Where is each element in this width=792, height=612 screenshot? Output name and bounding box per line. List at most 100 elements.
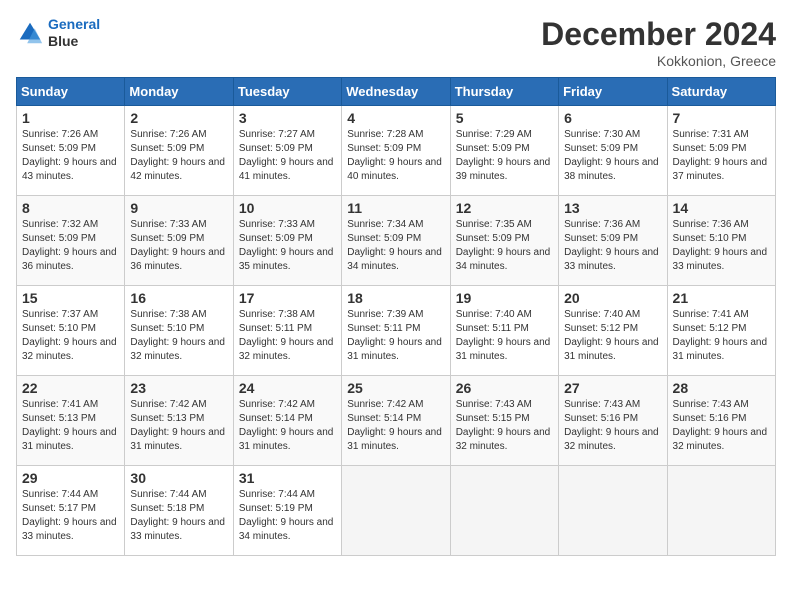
day-number: 3 bbox=[239, 110, 336, 126]
day-info: Sunrise: 7:42 AM Sunset: 5:13 PM Dayligh… bbox=[130, 398, 227, 454]
day-number: 18 bbox=[347, 290, 444, 306]
calendar-cell: 12 Sunrise: 7:35 AM Sunset: 5:09 PM Dayl… bbox=[450, 196, 558, 286]
calendar-cell: 25 Sunrise: 7:42 AM Sunset: 5:14 PM Dayl… bbox=[342, 376, 450, 466]
calendar-cell: 16 Sunrise: 7:38 AM Sunset: 5:10 PM Dayl… bbox=[125, 286, 233, 376]
calendar-cell: 23 Sunrise: 7:42 AM Sunset: 5:13 PM Dayl… bbox=[125, 376, 233, 466]
day-number: 12 bbox=[456, 200, 553, 216]
calendar-cell: 13 Sunrise: 7:36 AM Sunset: 5:09 PM Dayl… bbox=[559, 196, 667, 286]
calendar-cell: 14 Sunrise: 7:36 AM Sunset: 5:10 PM Dayl… bbox=[667, 196, 775, 286]
logo: General Blue bbox=[16, 16, 100, 50]
day-number: 1 bbox=[22, 110, 119, 126]
day-info: Sunrise: 7:30 AM Sunset: 5:09 PM Dayligh… bbox=[564, 128, 661, 184]
day-number: 29 bbox=[22, 470, 119, 486]
day-number: 27 bbox=[564, 380, 661, 396]
day-number: 11 bbox=[347, 200, 444, 216]
day-info: Sunrise: 7:40 AM Sunset: 5:12 PM Dayligh… bbox=[564, 308, 661, 364]
calendar-week-5: 29 Sunrise: 7:44 AM Sunset: 5:17 PM Dayl… bbox=[17, 466, 776, 556]
day-number: 28 bbox=[673, 380, 770, 396]
day-info: Sunrise: 7:26 AM Sunset: 5:09 PM Dayligh… bbox=[22, 128, 119, 184]
weekday-header-thursday: Thursday bbox=[450, 78, 558, 106]
calendar-body: 1 Sunrise: 7:26 AM Sunset: 5:09 PM Dayli… bbox=[17, 106, 776, 556]
calendar-week-1: 1 Sunrise: 7:26 AM Sunset: 5:09 PM Dayli… bbox=[17, 106, 776, 196]
day-number: 4 bbox=[347, 110, 444, 126]
calendar-cell: 17 Sunrise: 7:38 AM Sunset: 5:11 PM Dayl… bbox=[233, 286, 341, 376]
day-info: Sunrise: 7:44 AM Sunset: 5:18 PM Dayligh… bbox=[130, 488, 227, 544]
day-number: 20 bbox=[564, 290, 661, 306]
day-info: Sunrise: 7:41 AM Sunset: 5:12 PM Dayligh… bbox=[673, 308, 770, 364]
day-info: Sunrise: 7:33 AM Sunset: 5:09 PM Dayligh… bbox=[239, 218, 336, 274]
day-number: 21 bbox=[673, 290, 770, 306]
day-number: 9 bbox=[130, 200, 227, 216]
calendar-cell: 6 Sunrise: 7:30 AM Sunset: 5:09 PM Dayli… bbox=[559, 106, 667, 196]
day-number: 8 bbox=[22, 200, 119, 216]
logo-icon bbox=[16, 19, 44, 47]
calendar-cell: 20 Sunrise: 7:40 AM Sunset: 5:12 PM Dayl… bbox=[559, 286, 667, 376]
day-info: Sunrise: 7:43 AM Sunset: 5:16 PM Dayligh… bbox=[673, 398, 770, 454]
location-title: Kokkonion, Greece bbox=[541, 53, 776, 69]
day-info: Sunrise: 7:41 AM Sunset: 5:13 PM Dayligh… bbox=[22, 398, 119, 454]
day-info: Sunrise: 7:34 AM Sunset: 5:09 PM Dayligh… bbox=[347, 218, 444, 274]
day-number: 5 bbox=[456, 110, 553, 126]
calendar-cell: 27 Sunrise: 7:43 AM Sunset: 5:16 PM Dayl… bbox=[559, 376, 667, 466]
day-number: 26 bbox=[456, 380, 553, 396]
month-title: December 2024 bbox=[541, 16, 776, 53]
day-info: Sunrise: 7:43 AM Sunset: 5:15 PM Dayligh… bbox=[456, 398, 553, 454]
calendar-cell: 21 Sunrise: 7:41 AM Sunset: 5:12 PM Dayl… bbox=[667, 286, 775, 376]
day-info: Sunrise: 7:36 AM Sunset: 5:10 PM Dayligh… bbox=[673, 218, 770, 274]
day-info: Sunrise: 7:32 AM Sunset: 5:09 PM Dayligh… bbox=[22, 218, 119, 274]
calendar-cell: 30 Sunrise: 7:44 AM Sunset: 5:18 PM Dayl… bbox=[125, 466, 233, 556]
day-info: Sunrise: 7:38 AM Sunset: 5:10 PM Dayligh… bbox=[130, 308, 227, 364]
day-number: 7 bbox=[673, 110, 770, 126]
calendar-cell: 31 Sunrise: 7:44 AM Sunset: 5:19 PM Dayl… bbox=[233, 466, 341, 556]
calendar-cell: 11 Sunrise: 7:34 AM Sunset: 5:09 PM Dayl… bbox=[342, 196, 450, 286]
day-info: Sunrise: 7:44 AM Sunset: 5:19 PM Dayligh… bbox=[239, 488, 336, 544]
calendar-table: SundayMondayTuesdayWednesdayThursdayFrid… bbox=[16, 77, 776, 556]
calendar-cell: 7 Sunrise: 7:31 AM Sunset: 5:09 PM Dayli… bbox=[667, 106, 775, 196]
calendar-cell bbox=[559, 466, 667, 556]
day-number: 17 bbox=[239, 290, 336, 306]
day-number: 24 bbox=[239, 380, 336, 396]
day-number: 10 bbox=[239, 200, 336, 216]
day-number: 23 bbox=[130, 380, 227, 396]
day-number: 2 bbox=[130, 110, 227, 126]
header: General Blue December 2024 Kokkonion, Gr… bbox=[16, 16, 776, 69]
logo-text: General Blue bbox=[48, 16, 100, 50]
calendar-cell: 8 Sunrise: 7:32 AM Sunset: 5:09 PM Dayli… bbox=[17, 196, 125, 286]
calendar-cell: 9 Sunrise: 7:33 AM Sunset: 5:09 PM Dayli… bbox=[125, 196, 233, 286]
weekday-header-tuesday: Tuesday bbox=[233, 78, 341, 106]
day-info: Sunrise: 7:35 AM Sunset: 5:09 PM Dayligh… bbox=[456, 218, 553, 274]
calendar-cell: 22 Sunrise: 7:41 AM Sunset: 5:13 PM Dayl… bbox=[17, 376, 125, 466]
day-number: 14 bbox=[673, 200, 770, 216]
day-info: Sunrise: 7:39 AM Sunset: 5:11 PM Dayligh… bbox=[347, 308, 444, 364]
day-info: Sunrise: 7:29 AM Sunset: 5:09 PM Dayligh… bbox=[456, 128, 553, 184]
weekday-header-row: SundayMondayTuesdayWednesdayThursdayFrid… bbox=[17, 78, 776, 106]
weekday-header-saturday: Saturday bbox=[667, 78, 775, 106]
calendar-cell: 2 Sunrise: 7:26 AM Sunset: 5:09 PM Dayli… bbox=[125, 106, 233, 196]
calendar-cell: 1 Sunrise: 7:26 AM Sunset: 5:09 PM Dayli… bbox=[17, 106, 125, 196]
day-info: Sunrise: 7:26 AM Sunset: 5:09 PM Dayligh… bbox=[130, 128, 227, 184]
day-info: Sunrise: 7:28 AM Sunset: 5:09 PM Dayligh… bbox=[347, 128, 444, 184]
calendar-week-3: 15 Sunrise: 7:37 AM Sunset: 5:10 PM Dayl… bbox=[17, 286, 776, 376]
day-number: 13 bbox=[564, 200, 661, 216]
day-number: 30 bbox=[130, 470, 227, 486]
calendar-cell: 28 Sunrise: 7:43 AM Sunset: 5:16 PM Dayl… bbox=[667, 376, 775, 466]
calendar-cell: 4 Sunrise: 7:28 AM Sunset: 5:09 PM Dayli… bbox=[342, 106, 450, 196]
day-info: Sunrise: 7:31 AM Sunset: 5:09 PM Dayligh… bbox=[673, 128, 770, 184]
day-number: 31 bbox=[239, 470, 336, 486]
weekday-header-monday: Monday bbox=[125, 78, 233, 106]
day-info: Sunrise: 7:42 AM Sunset: 5:14 PM Dayligh… bbox=[239, 398, 336, 454]
calendar-cell: 5 Sunrise: 7:29 AM Sunset: 5:09 PM Dayli… bbox=[450, 106, 558, 196]
day-number: 15 bbox=[22, 290, 119, 306]
day-number: 22 bbox=[22, 380, 119, 396]
day-info: Sunrise: 7:40 AM Sunset: 5:11 PM Dayligh… bbox=[456, 308, 553, 364]
calendar-cell: 3 Sunrise: 7:27 AM Sunset: 5:09 PM Dayli… bbox=[233, 106, 341, 196]
day-number: 6 bbox=[564, 110, 661, 126]
day-info: Sunrise: 7:37 AM Sunset: 5:10 PM Dayligh… bbox=[22, 308, 119, 364]
day-number: 16 bbox=[130, 290, 227, 306]
weekday-header-friday: Friday bbox=[559, 78, 667, 106]
weekday-header-sunday: Sunday bbox=[17, 78, 125, 106]
calendar-cell bbox=[450, 466, 558, 556]
calendar-cell: 10 Sunrise: 7:33 AM Sunset: 5:09 PM Dayl… bbox=[233, 196, 341, 286]
calendar-cell: 15 Sunrise: 7:37 AM Sunset: 5:10 PM Dayl… bbox=[17, 286, 125, 376]
day-info: Sunrise: 7:44 AM Sunset: 5:17 PM Dayligh… bbox=[22, 488, 119, 544]
